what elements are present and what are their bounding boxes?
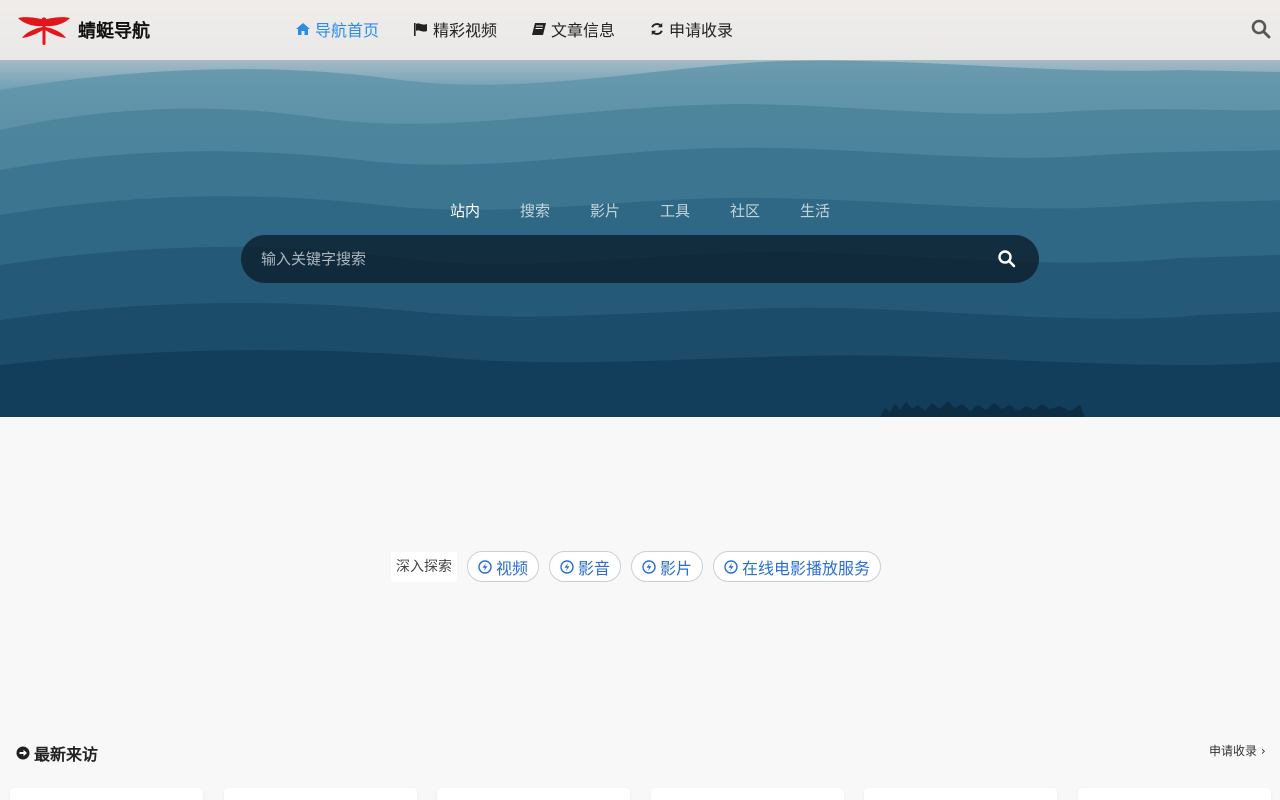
- nav-item-label: 申请收录: [669, 21, 734, 40]
- bolt-circle-icon: [560, 559, 574, 574]
- search-tab-community[interactable]: 社区: [730, 200, 800, 221]
- explore-tags: 深入探索 视频 影音 影片 在线电影播放服务: [391, 551, 891, 582]
- search-tab-life[interactable]: 生活: [800, 200, 870, 221]
- site-card[interactable]: [864, 788, 1057, 800]
- book-icon: [532, 23, 547, 35]
- brand-logo[interactable]: 蜻蜓导航: [16, 14, 150, 46]
- bolt-circle-icon: [478, 559, 492, 574]
- nav-item-apply[interactable]: 申请收录: [649, 17, 733, 41]
- home-icon: [296, 23, 310, 35]
- search-tab-movies[interactable]: 影片: [590, 200, 660, 221]
- flag-icon: [414, 23, 428, 36]
- explore-chip-media[interactable]: 影音: [549, 551, 622, 582]
- chip-label: 视频: [496, 558, 529, 578]
- site-cards: [10, 788, 1280, 800]
- nav-item-label: 文章信息: [551, 21, 616, 40]
- section-title: 最新来访: [16, 741, 98, 765]
- section-title-text: 最新来访: [34, 745, 99, 764]
- brand-name: 蜻蜓导航: [78, 21, 150, 41]
- explore-chip-film[interactable]: 影片: [631, 551, 704, 582]
- site-card[interactable]: [10, 788, 203, 800]
- explore-chip-streaming[interactable]: 在线电影播放服务: [713, 551, 882, 582]
- site-card[interactable]: [1077, 788, 1271, 800]
- search-tabs: 站内 搜索 影片 工具 社区 生活: [450, 200, 870, 221]
- arrow-circle-right-icon: [16, 746, 30, 760]
- search-tab-search[interactable]: 搜索: [520, 200, 590, 221]
- bolt-circle-icon: [642, 559, 656, 574]
- site-card[interactable]: [223, 788, 417, 800]
- site-card[interactable]: [437, 788, 630, 800]
- header-search-icon[interactable]: [1251, 19, 1271, 39]
- chip-label: 影音: [578, 558, 611, 578]
- chip-label: 影片: [660, 558, 693, 578]
- nav-item-articles[interactable]: 文章信息: [531, 17, 615, 41]
- refresh-icon: [651, 22, 663, 36]
- search-input[interactable]: [261, 250, 961, 268]
- explore-chip-video[interactable]: 视频: [467, 551, 540, 582]
- top-header: 蜻蜓导航 导航首页 精彩视频 文章信息 申请收录: [0, 0, 1280, 60]
- nav-item-videos[interactable]: 精彩视频: [413, 17, 497, 41]
- explore-label: 深入探索: [391, 551, 457, 582]
- chip-label: 在线电影播放服务: [742, 558, 871, 578]
- search-tab-site[interactable]: 站内: [450, 200, 520, 221]
- search-tab-tools[interactable]: 工具: [660, 200, 730, 221]
- nav-item-label: 精彩视频: [433, 21, 498, 40]
- nav-item-home[interactable]: 导航首页: [295, 17, 379, 41]
- nav-item-label: 导航首页: [315, 21, 380, 40]
- bolt-circle-icon: [724, 559, 738, 574]
- search-submit-icon[interactable]: [997, 249, 1017, 269]
- dragonfly-logo-icon: [18, 17, 70, 45]
- main-nav: 导航首页 精彩视频 文章信息 申请收录: [295, 17, 767, 41]
- site-card[interactable]: [650, 788, 844, 800]
- search-box: [241, 235, 1039, 283]
- apply-link[interactable]: 申请收录 ›: [1209, 742, 1266, 759]
